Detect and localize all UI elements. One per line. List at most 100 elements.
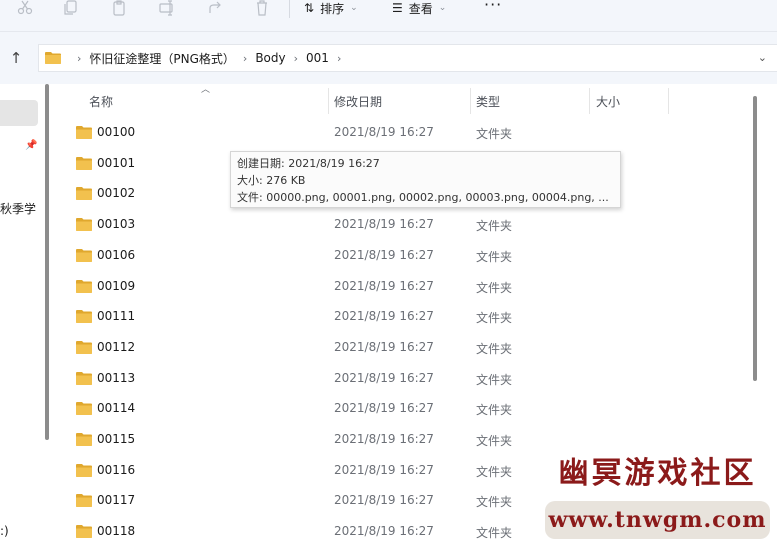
nav-item-label[interactable]: 秋季学 xyxy=(0,200,36,217)
sort-ascending-icon: ︿ xyxy=(201,85,211,95)
row-name: 00113 xyxy=(97,370,136,385)
watermark-url: www.tnwgm.com xyxy=(545,501,770,539)
folder-icon xyxy=(76,248,92,262)
chevron-right-icon: › xyxy=(293,51,299,65)
row-type: 文件夹 xyxy=(476,280,513,295)
column-divider[interactable] xyxy=(668,88,669,114)
row-date: 2021/8/19 16:27 xyxy=(334,247,434,262)
row-type: 文件夹 xyxy=(476,495,513,510)
rename-icon[interactable] xyxy=(155,0,179,16)
row-type: 文件夹 xyxy=(476,372,513,387)
column-header-date[interactable]: 修改日期 xyxy=(334,90,382,112)
row-date: 2021/8/19 16:27 xyxy=(334,217,434,232)
folder-icon xyxy=(76,279,92,293)
paste-icon[interactable] xyxy=(107,0,131,16)
tooltip-size: 大小: 276 KB xyxy=(237,174,306,187)
table-row[interactable]: 00100 2021/8/19 16:27 文件夹 xyxy=(66,118,746,148)
address-row: ↑ › 怀旧征途整理（PNG格式） › Body › 001 › ⌄ xyxy=(0,32,777,84)
row-date: 2021/8/19 16:27 xyxy=(334,278,434,293)
chevron-right-icon: › xyxy=(336,51,342,65)
nav-scrollbar[interactable] xyxy=(45,84,49,440)
nav-item-label[interactable]: :) xyxy=(0,524,9,538)
folder-icon xyxy=(76,187,92,201)
view-label: 查看 xyxy=(408,1,433,16)
row-date: 2021/8/19 16:27 xyxy=(334,493,434,508)
row-name: 00118 xyxy=(97,524,136,539)
folder-icon xyxy=(76,156,92,170)
address-bar[interactable]: › 怀旧征途整理（PNG格式） › Body › 001 › ⌄ xyxy=(38,44,777,72)
table-row[interactable]: 00106 2021/8/19 16:27 文件夹 xyxy=(66,241,746,271)
column-header-size[interactable]: 大小 xyxy=(596,90,620,112)
breadcrumb-item[interactable]: 001 xyxy=(306,51,329,65)
table-row[interactable]: 00112 2021/8/19 16:27 文件夹 xyxy=(66,333,746,363)
row-name: 00111 xyxy=(97,309,136,324)
file-list-scrollbar[interactable] xyxy=(753,96,757,381)
tooltip-files: 文件: 00000.png, 00001.png, 00002.png, 000… xyxy=(237,191,609,204)
row-type: 文件夹 xyxy=(476,127,513,141)
watermark: 幽冥游戏社区 www.tnwgm.com xyxy=(545,449,770,541)
breadcrumb-item[interactable]: 怀旧征途整理（PNG格式） xyxy=(89,50,235,67)
row-name: 00102 xyxy=(97,186,136,201)
table-row[interactable]: 00103 2021/8/19 16:27 文件夹 xyxy=(66,210,746,240)
view-icon: ☰ xyxy=(392,1,403,15)
address-dropdown-icon[interactable]: ⌄ xyxy=(758,51,767,64)
row-date: 2021/8/19 16:27 xyxy=(334,462,434,477)
sort-label: 排序 xyxy=(320,1,345,16)
breadcrumb-item[interactable]: Body xyxy=(255,51,285,65)
folder-icon xyxy=(45,52,61,64)
delete-icon[interactable] xyxy=(250,0,274,16)
row-name: 00115 xyxy=(97,432,136,446)
chevron-right-icon: › xyxy=(77,51,82,65)
row-type: 文件夹 xyxy=(476,434,513,448)
row-name: 00116 xyxy=(97,462,136,477)
cut-icon[interactable] xyxy=(13,0,37,16)
row-name: 00101 xyxy=(97,155,136,170)
folder-icon xyxy=(76,433,92,446)
row-date: 2021/8/19 16:27 xyxy=(334,401,434,416)
view-button[interactable]: ☰ 查看 ⌄ xyxy=(392,0,446,16)
row-type: 文件夹 xyxy=(476,526,513,541)
chevron-down-icon: ⌄ xyxy=(350,3,358,13)
folder-icon xyxy=(76,494,92,508)
tooltip-created: 创建日期: 2021/8/19 16:27 xyxy=(237,157,380,170)
share-icon[interactable] xyxy=(203,0,227,16)
column-divider[interactable] xyxy=(589,88,590,114)
navigation-pane: 📌 秋季学 :) xyxy=(0,84,42,559)
nav-item-selected[interactable] xyxy=(0,100,38,126)
table-row[interactable]: 00111 2021/8/19 16:27 文件夹 xyxy=(66,302,746,332)
row-type: 文件夹 xyxy=(476,249,513,264)
folder-icon xyxy=(76,525,92,539)
chevron-down-icon: ⌄ xyxy=(438,3,447,13)
chevron-right-icon: › xyxy=(242,51,248,65)
row-name: 00117 xyxy=(97,493,136,508)
more-options-button[interactable]: ··· xyxy=(484,0,502,14)
sort-button[interactable]: ⇅ 排序 ⌄ xyxy=(304,0,358,16)
row-name: 00109 xyxy=(97,278,136,293)
row-date: 2021/8/19 16:27 xyxy=(334,524,434,539)
toolbar-divider xyxy=(289,0,290,18)
sort-icon: ⇅ xyxy=(304,1,315,15)
row-date: 2021/8/19 16:27 xyxy=(334,432,434,446)
watermark-title: 幽冥游戏社区 xyxy=(558,456,757,491)
column-header-name[interactable]: 名称 xyxy=(89,90,113,112)
folder-icon xyxy=(76,310,92,324)
up-arrow-icon[interactable]: ↑ xyxy=(6,48,26,68)
row-type: 文件夹 xyxy=(476,311,513,326)
row-name: 00103 xyxy=(97,217,136,232)
row-date: 2021/8/19 16:27 xyxy=(334,370,434,385)
folder-icon xyxy=(76,371,92,385)
command-bar: ⇅ 排序 ⌄ ☰ 查看 ⌄ ··· xyxy=(0,0,777,32)
row-date: 2021/8/19 16:27 xyxy=(334,125,434,139)
row-date: 2021/8/19 16:27 xyxy=(334,339,434,354)
row-type: 文件夹 xyxy=(476,219,513,234)
column-divider[interactable] xyxy=(470,88,471,114)
table-row[interactable]: 00109 2021/8/19 16:27 文件夹 xyxy=(66,272,746,302)
column-divider[interactable] xyxy=(328,88,329,114)
table-row[interactable]: 00113 2021/8/19 16:27 文件夹 xyxy=(66,364,746,394)
row-type: 文件夹 xyxy=(476,464,513,479)
table-row[interactable]: 00114 2021/8/19 16:27 文件夹 xyxy=(66,394,746,424)
folder-tooltip: 创建日期: 2021/8/19 16:27 大小: 276 KB 文件: 000… xyxy=(230,151,621,208)
folder-icon xyxy=(76,463,92,477)
copy-icon[interactable] xyxy=(59,0,83,16)
column-header-type[interactable]: 类型 xyxy=(476,90,500,112)
